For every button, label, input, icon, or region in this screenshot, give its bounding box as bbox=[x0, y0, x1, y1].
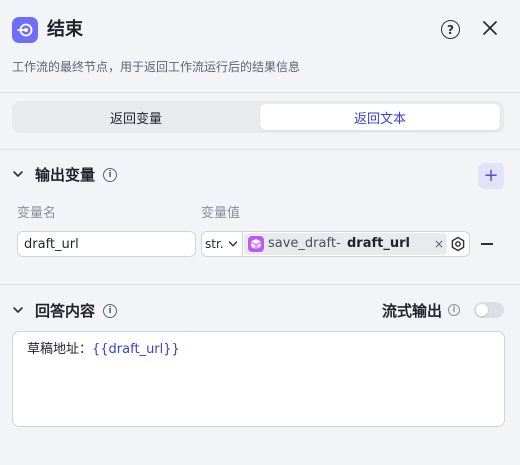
type-select-value: str. bbox=[205, 237, 224, 251]
node-title: 结束 bbox=[47, 19, 83, 40]
end-node-icon bbox=[12, 17, 38, 43]
end-node-panel: 结束 ? 工作流的最终节点，用于返回工作流运行后的结果信息 返回变量 返回文本 … bbox=[0, 0, 520, 465]
return-mode-tabs: 返回变量 返回文本 bbox=[12, 101, 504, 133]
output-divider bbox=[0, 284, 520, 285]
type-select[interactable]: str. bbox=[205, 232, 224, 256]
settings-icon[interactable] bbox=[450, 236, 466, 252]
cube-icon bbox=[248, 236, 264, 252]
variable-reference-chip[interactable]: save_draft - draft_url × bbox=[244, 233, 447, 255]
variable-value-field: str. save_draft - draft_url × bbox=[201, 231, 470, 257]
info-icon[interactable]: i bbox=[103, 304, 117, 318]
variable-name-input[interactable] bbox=[17, 231, 196, 257]
stream-output-toggle[interactable] bbox=[474, 302, 504, 318]
node-description: 工作流的最终节点，用于返回工作流运行后的结果信息 bbox=[12, 60, 301, 74]
chevron-down-icon[interactable] bbox=[12, 168, 24, 180]
reference-variable-name: draft_url bbox=[347, 236, 410, 251]
stream-output-label: 流式输出 bbox=[382, 302, 443, 320]
clear-reference-icon[interactable]: × bbox=[434, 236, 444, 252]
tab-return-text[interactable]: 返回文本 bbox=[260, 104, 500, 130]
field-divider bbox=[242, 232, 243, 256]
header-divider bbox=[0, 92, 520, 93]
toggle-knob bbox=[476, 304, 488, 316]
column-label-name: 变量名 bbox=[17, 206, 57, 221]
answer-prefix-text: 草稿地址： bbox=[27, 342, 93, 357]
chevron-down-icon[interactable] bbox=[228, 239, 238, 249]
help-icon[interactable]: ? bbox=[441, 20, 460, 39]
answer-variable-token: {{draft_url}} bbox=[92, 342, 180, 357]
panel-header: 结束 ? 工作流的最终节点，用于返回工作流运行后的结果信息 bbox=[0, 0, 520, 92]
tab-return-variables[interactable]: 返回变量 bbox=[16, 104, 256, 130]
reference-node-name: save_draft bbox=[268, 236, 336, 251]
answer-content-editor[interactable]: 草稿地址：{{draft_url}} bbox=[12, 331, 505, 427]
chevron-down-icon[interactable] bbox=[12, 304, 24, 316]
answer-section-title: 回答内容 bbox=[35, 302, 96, 320]
reference-separator: - bbox=[336, 236, 341, 251]
info-icon[interactable]: i bbox=[448, 304, 460, 316]
info-icon[interactable]: i bbox=[103, 168, 117, 182]
column-label-value: 变量值 bbox=[201, 206, 241, 221]
add-variable-button[interactable]: + bbox=[478, 163, 504, 189]
output-section-title: 输出变量 bbox=[35, 166, 96, 184]
remove-variable-button[interactable] bbox=[481, 243, 493, 245]
close-icon[interactable] bbox=[481, 19, 499, 37]
tabs-divider bbox=[0, 149, 520, 150]
answer-content-text: 草稿地址：{{draft_url}} bbox=[27, 341, 180, 359]
